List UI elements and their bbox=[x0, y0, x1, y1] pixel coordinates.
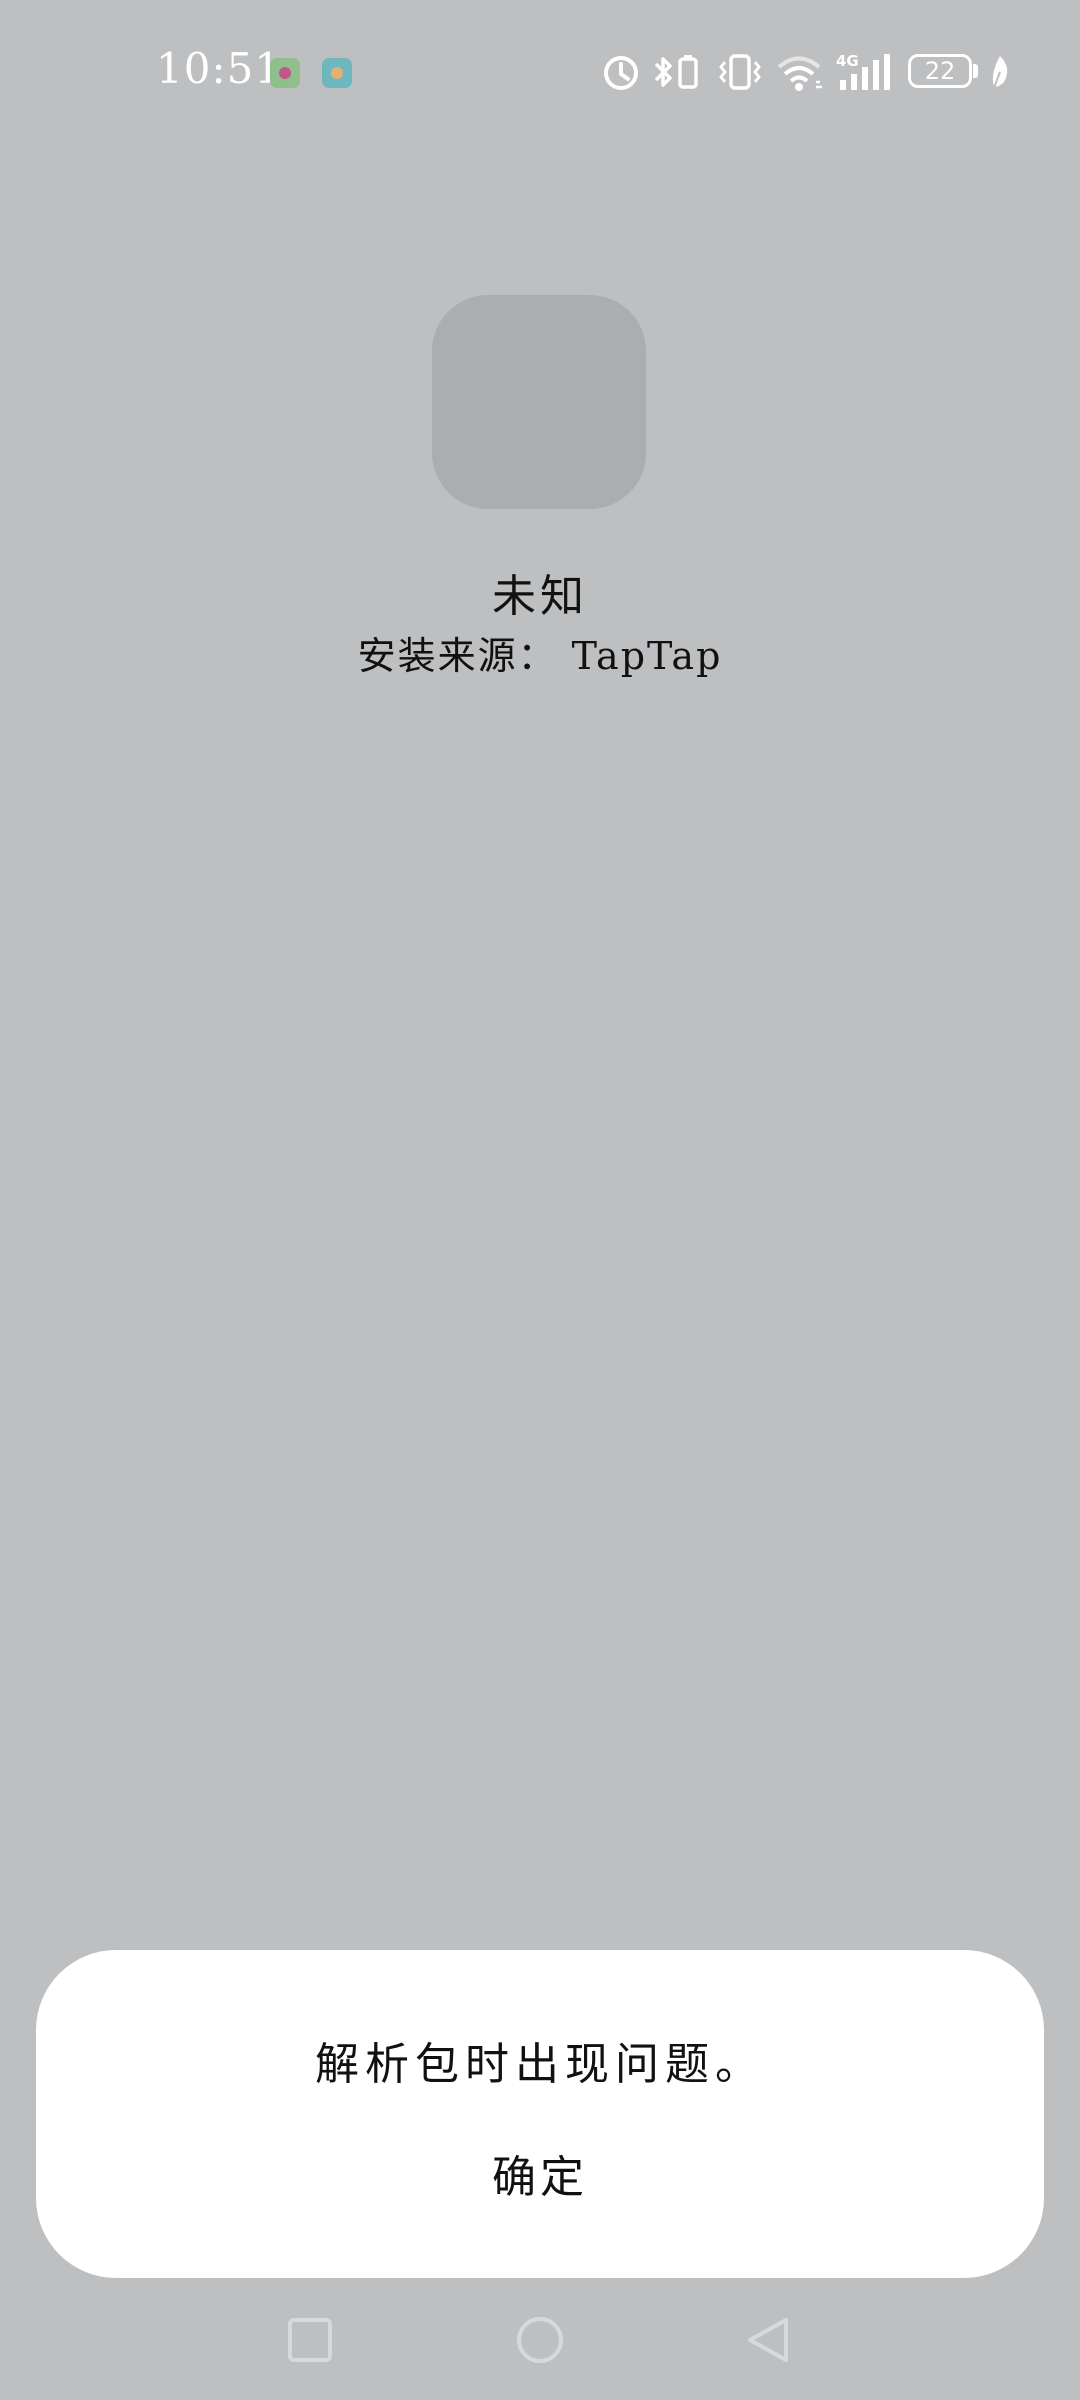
home-button[interactable] bbox=[512, 2312, 568, 2368]
recent-apps-button[interactable] bbox=[282, 2312, 338, 2368]
app-icon-placeholder bbox=[432, 295, 646, 509]
bluetooth-battery-icon bbox=[654, 55, 698, 89]
app-notification-icon bbox=[270, 58, 300, 88]
app-notification-icon bbox=[322, 58, 352, 88]
back-icon bbox=[748, 2318, 788, 2362]
dialog-message: 解析包时出现问题。 bbox=[315, 2039, 765, 2090]
confirm-button[interactable]: 确定 bbox=[440, 2128, 640, 2218]
error-dialog: 解析包时出现问题。 确定 bbox=[36, 1950, 1044, 2278]
alarm-icon bbox=[604, 56, 638, 90]
battery-tip bbox=[973, 64, 978, 78]
signal-4g-icon: 4G bbox=[836, 52, 890, 90]
svg-text:4G: 4G bbox=[836, 52, 859, 70]
screen: 10:51 4G 22 未知 安装来源： TapTap 解析包时出现问题。 确定 bbox=[0, 0, 1080, 2400]
recent-apps-icon bbox=[288, 2318, 332, 2362]
app-name: 未知 bbox=[492, 571, 588, 622]
battery-saver-leaf-icon bbox=[992, 56, 1008, 89]
status-time: 10:51 bbox=[156, 44, 283, 93]
status-bar: 10:51 4G 22 bbox=[0, 0, 1080, 150]
vibrate-icon bbox=[719, 54, 761, 90]
install-source-label: 安装来源： TapTap bbox=[357, 634, 723, 678]
battery-icon: 22 bbox=[908, 54, 972, 88]
wifi-icon bbox=[777, 56, 822, 91]
back-button[interactable] bbox=[742, 2312, 798, 2368]
home-icon bbox=[517, 2317, 563, 2363]
